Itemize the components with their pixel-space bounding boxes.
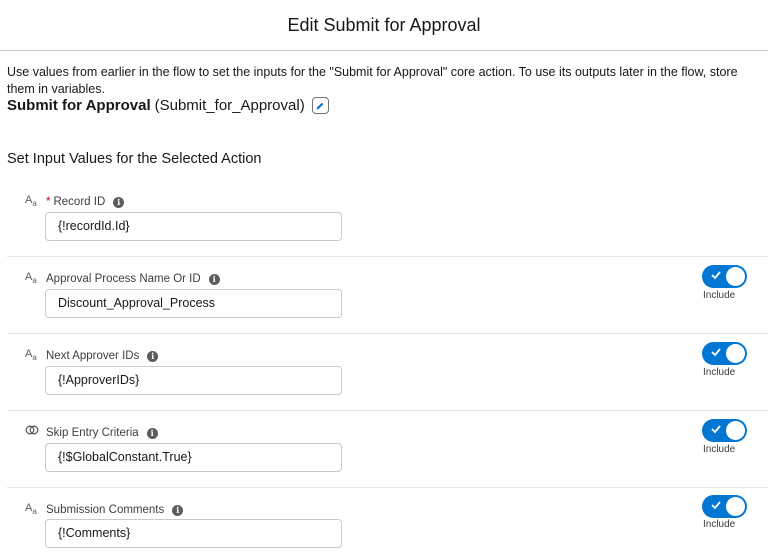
info-icon[interactable]: i <box>113 196 125 208</box>
field-label: Approval Process Name Or ID i <box>46 273 220 285</box>
include-toggle[interactable] <box>702 495 747 518</box>
info-icon[interactable]: i <box>172 504 184 516</box>
field-label: Submission Comments i <box>46 504 184 516</box>
action-api-name: (Submit_for_Approval) <box>154 97 305 114</box>
edit-action-button[interactable] <box>311 97 329 114</box>
field-label-text: Approval Process Name Or ID <box>46 273 201 285</box>
check-icon <box>711 348 721 357</box>
dialog-title: Edit Submit for Approval <box>287 14 481 35</box>
required-marker: * <box>46 196 51 208</box>
include-label: Include <box>703 290 736 301</box>
include-toggle[interactable] <box>702 265 747 288</box>
toggle-knob <box>726 267 745 286</box>
toggle-knob <box>726 497 745 516</box>
check-icon <box>711 501 721 510</box>
text-type-icon: Aa <box>25 271 37 286</box>
divider <box>7 487 768 488</box>
field-label: Skip Entry Criteria i <box>46 427 158 439</box>
skip-entry-input[interactable]: {!$GlobalConstant.True} <box>45 443 342 472</box>
field-label-text: Next Approver IDs <box>46 350 140 362</box>
text-type-icon: Aa <box>25 348 37 363</box>
toggle-knob <box>726 421 745 440</box>
include-label: Include <box>703 367 736 378</box>
record-id-input[interactable]: {!recordId.Id} <box>45 212 342 241</box>
info-icon[interactable]: i <box>146 427 158 439</box>
divider <box>7 333 768 334</box>
divider <box>7 256 768 257</box>
include-toggle[interactable] <box>702 419 747 442</box>
info-icon[interactable]: i <box>147 350 159 362</box>
text-type-icon: Aa <box>25 502 37 517</box>
divider <box>7 410 768 411</box>
include-label: Include <box>703 444 736 455</box>
pencil-icon <box>316 102 324 109</box>
submission-comments-input[interactable]: {!Comments} <box>45 519 342 548</box>
toggle-knob <box>726 344 745 363</box>
include-label: Include <box>703 519 736 530</box>
include-toggle[interactable] <box>702 342 747 365</box>
info-icon[interactable]: i <box>208 273 220 285</box>
field-label: Next Approver IDs i <box>46 350 159 362</box>
approval-process-input[interactable]: Discount_Approval_Process <box>45 289 342 318</box>
check-icon <box>711 425 721 434</box>
field-label: * Record ID i <box>46 196 125 208</box>
intro-text: Use values from earlier in the flow to s… <box>7 65 738 96</box>
field-label-text: Skip Entry Criteria <box>46 427 139 439</box>
dialog-header: Edit Submit for Approval <box>0 0 768 51</box>
next-approver-input[interactable]: {!ApproverIDs} <box>45 366 342 395</box>
action-name-line: Submit for Approval (Submit_for_Approval… <box>7 97 329 114</box>
section-title: Set Input Values for the Selected Action <box>7 151 262 167</box>
check-icon <box>711 271 721 280</box>
field-label-text: Submission Comments <box>46 504 165 516</box>
text-type-icon: Aa <box>25 194 37 209</box>
boolean-type-icon <box>25 425 39 438</box>
action-name: Submit for Approval <box>7 97 151 114</box>
field-label-text: Record ID <box>53 196 106 208</box>
